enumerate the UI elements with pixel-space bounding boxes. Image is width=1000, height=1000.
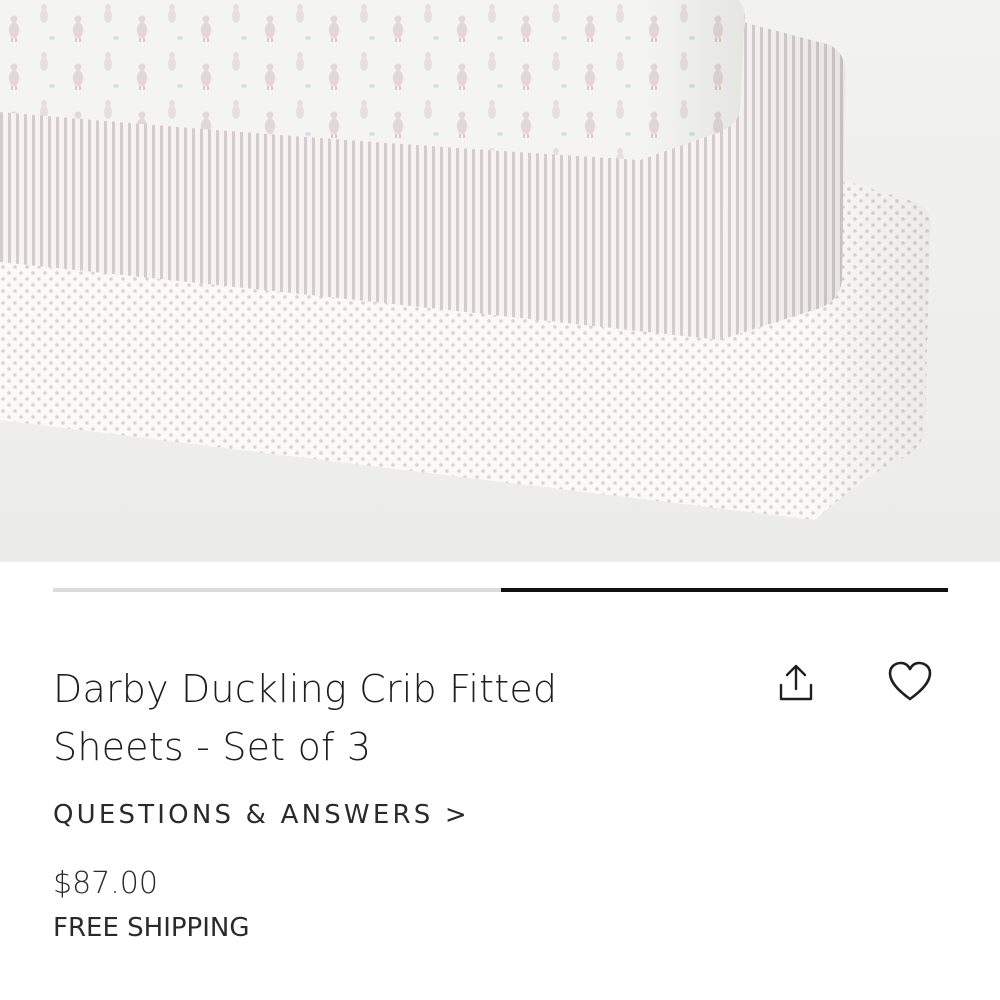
product-title: Darby Duckling Crib Fitted Sheets - Set … <box>53 667 558 769</box>
share-upload-icon <box>779 664 813 701</box>
share-button[interactable] <box>768 656 824 712</box>
product-price: $87.00 <box>53 866 158 901</box>
heart-outline-icon <box>888 661 932 701</box>
shipping-info: FREE SHIPPING <box>53 913 250 943</box>
questions-answers-link[interactable]: QUESTIONS & ANSWERS > <box>53 800 470 830</box>
product-image[interactable] <box>0 0 1000 562</box>
carousel-progress-track <box>53 588 948 592</box>
carousel-progress-indicator <box>500 588 948 592</box>
favorite-button[interactable] <box>882 654 938 710</box>
product-page: Darby Duckling Crib Fitted Sheets - Set … <box>0 0 1000 1000</box>
